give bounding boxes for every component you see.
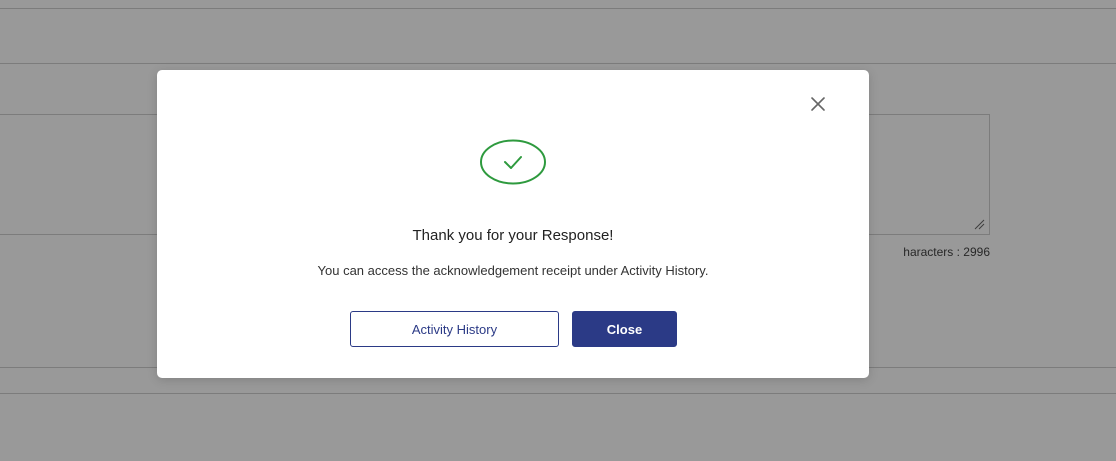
close-icon[interactable] — [808, 94, 828, 114]
confirmation-dialog: Thank you for your Response! You can acc… — [157, 70, 869, 378]
close-button[interactable]: Close — [572, 311, 677, 347]
dialog-message: You can access the acknowledgement recei… — [317, 263, 709, 278]
check-circle-icon — [480, 139, 546, 185]
dialog-title: Thank you for your Response! — [412, 227, 614, 244]
activity-history-button[interactable]: Activity History — [350, 311, 559, 347]
